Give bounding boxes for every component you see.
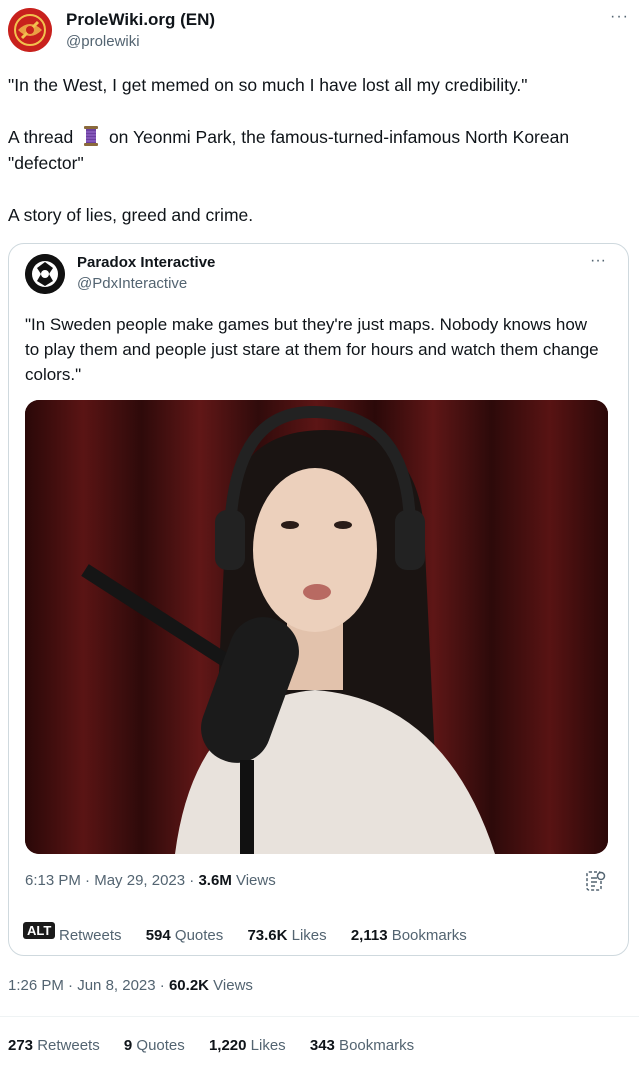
meta-separator: ·: [155, 977, 169, 994]
more-options-button[interactable]: ···: [610, 8, 629, 26]
tweet-stats-bar: 273 Retweets 9 Quotes 1,220 Likes 343 Bo…: [8, 1037, 434, 1054]
tweet-bookmarks-count: 343: [309, 1037, 335, 1054]
meta-separator: ·: [63, 977, 78, 994]
quoted-bookmarks-count: 2,113: [350, 927, 388, 944]
quoted-quotes-label: Quotes: [170, 927, 224, 944]
quoted-media-image[interactable]: [25, 400, 608, 854]
quoted-author-handle[interactable]: @PdxInteractive: [77, 275, 187, 292]
paradox-logo-icon: [25, 254, 65, 294]
thread-prefix: A thread: [8, 127, 74, 147]
paradox-avatar[interactable]: [25, 254, 65, 294]
tweet-likes-label: Likes: [246, 1037, 286, 1054]
quoted-likes-count: 73.6K: [247, 927, 288, 944]
tweet-likes-count: 1,220: [208, 1037, 247, 1054]
quoted-retweets[interactable]: Retweets: [59, 927, 122, 944]
quoted-likes-label: Likes: [287, 927, 327, 944]
meta-separator: ·: [80, 872, 95, 889]
tweet-bookmarks-label: Bookmarks: [334, 1037, 415, 1054]
tweet-retweets[interactable]: 273 Retweets: [8, 1037, 100, 1054]
tweet-line-quote: "In the West, I get memed on so much I h…: [8, 75, 528, 95]
thread-suffix: on Yeonmi Park, the famous-turned-infamo…: [108, 127, 570, 147]
thread-spool-icon: [82, 126, 100, 146]
quoted-bookmarks[interactable]: 2,113 Bookmarks: [351, 927, 467, 944]
tweet-retweets-label: Retweets: [33, 1037, 100, 1054]
quoted-date[interactable]: May 29, 2023: [94, 872, 185, 889]
prolewiki-avatar[interactable]: [8, 8, 52, 52]
quoted-likes[interactable]: 73.6K Likes: [247, 927, 326, 944]
quoted-tweet-card[interactable]: Paradox Interactive @PdxInteractive ··· …: [8, 243, 629, 956]
thread-continuation: "defector": [8, 153, 84, 173]
quoted-quotes[interactable]: 594 Quotes: [146, 927, 224, 944]
quoted-views-label: Views: [231, 872, 276, 889]
divider: [0, 1016, 639, 1017]
quoted-author-name[interactable]: Paradox Interactive: [77, 254, 215, 271]
tweet-text: "In the West, I get memed on so much I h…: [8, 72, 623, 228]
tweet-time[interactable]: 1:26 PM: [8, 977, 64, 994]
tweet-quotes[interactable]: 9 Quotes: [124, 1037, 185, 1054]
podcast-photo: [25, 400, 608, 854]
author-handle[interactable]: @prolewiki: [66, 33, 140, 50]
meta-separator: ·: [185, 872, 199, 889]
tweet-retweets-count: 273: [8, 1037, 34, 1054]
tweet-line-thread: A thread on Yeonmi Park, the famous-turn…: [8, 124, 623, 176]
tweet-line-story: A story of lies, greed and crime.: [8, 205, 254, 225]
tweet-quotes-count: 9: [123, 1037, 133, 1054]
tweet-views-count: 60.2K: [168, 977, 209, 994]
tweet-likes[interactable]: 1,220 Likes: [209, 1037, 286, 1054]
analytics-icon[interactable]: [586, 870, 606, 892]
quoted-more-options-button[interactable]: ···: [590, 252, 606, 270]
quoted-stats-bar: Retweets 594 Quotes 73.6K Likes 2,113 Bo…: [59, 927, 487, 944]
tweet-views-label: Views: [209, 977, 253, 994]
tweet-date[interactable]: Jun 8, 2023: [77, 977, 155, 994]
quoted-tweet-meta: 6:13 PM · May 29, 2023 · 3.6M Views: [25, 872, 276, 889]
tweet-meta: 1:26 PM · Jun 8, 2023 · 60.2K Views: [8, 977, 253, 994]
prolewiki-logo-icon: [8, 8, 52, 52]
quoted-tweet-text: "In Sweden people make games but they're…: [25, 315, 599, 384]
quoted-time[interactable]: 6:13 PM: [25, 872, 81, 889]
author-name[interactable]: ProleWiki.org (EN): [66, 10, 215, 30]
quoted-views-count: 3.6M: [198, 872, 232, 889]
quoted-quotes-count: 594: [145, 927, 171, 944]
quoted-bookmarks-label: Bookmarks: [387, 927, 467, 944]
tweet-bookmarks[interactable]: 343 Bookmarks: [310, 1037, 414, 1054]
tweet-quotes-label: Quotes: [132, 1037, 185, 1054]
alt-text-badge[interactable]: ALT: [23, 922, 56, 939]
